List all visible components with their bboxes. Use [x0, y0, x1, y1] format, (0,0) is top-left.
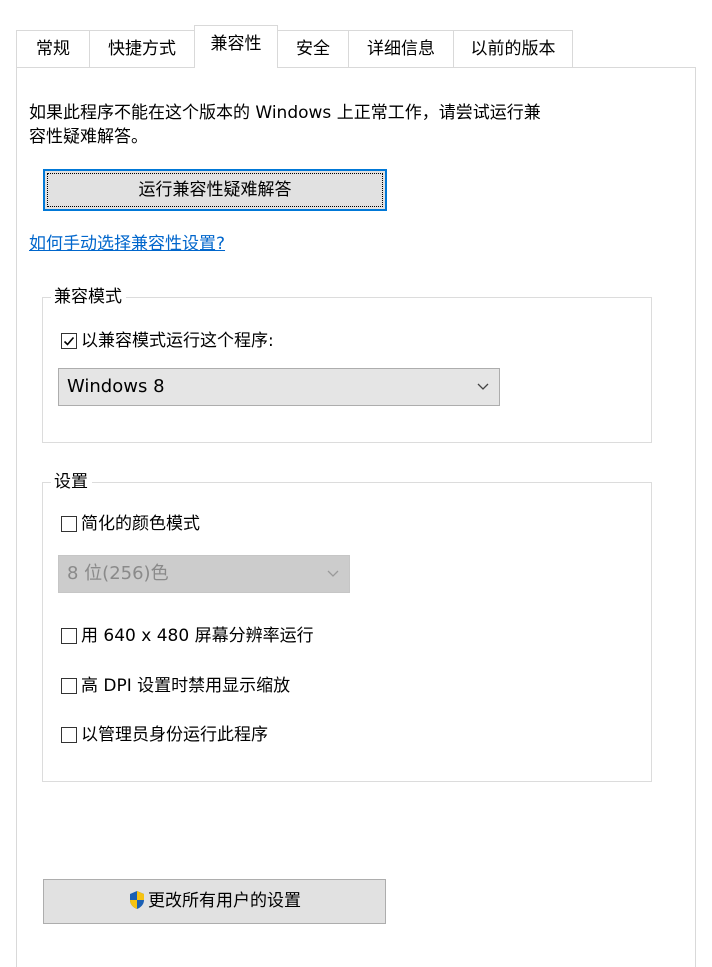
high-dpi-label[interactable]: 高 DPI 设置时禁用显示缩放 [81, 674, 290, 698]
chevron-down-icon [477, 383, 489, 390]
tab-shortcut[interactable]: 快捷方式 [89, 30, 195, 67]
change-all-users-label: 更改所有用户的设置 [148, 891, 301, 911]
compat-os-select[interactable]: Windows 8 [58, 368, 500, 406]
reduced-color-label[interactable]: 简化的颜色模式 [81, 512, 200, 536]
res-640-label[interactable]: 用 640 x 480 屏幕分辨率运行 [81, 624, 314, 648]
res-640-checkbox[interactable] [61, 628, 77, 644]
tab-previous-versions[interactable]: 以前的版本 [453, 30, 573, 67]
compat-mode-checkbox[interactable] [61, 333, 77, 349]
run-troubleshooter-label: 运行兼容性疑难解答 [138, 180, 292, 200]
chevron-down-icon [327, 570, 339, 577]
run-admin-checkbox[interactable] [61, 727, 77, 743]
intro-text-line1: 如果此程序不能在这个版本的 Windows 上正常工作，请尝试运行兼 [29, 103, 541, 123]
intro-text-line2: 容性疑难解答。 [29, 127, 148, 147]
tab-strip: 常规 快捷方式 兼容性 安全 详细信息 以前的版本 [0, 25, 712, 68]
change-all-users-button[interactable]: 更改所有用户的设置 [43, 879, 386, 924]
tab-compatibility[interactable]: 兼容性 [194, 25, 278, 68]
color-depth-select[interactable]: 8 位(256)色 [58, 555, 350, 593]
compat-os-selected: Windows 8 [67, 376, 165, 397]
color-depth-selected: 8 位(256)色 [67, 563, 169, 584]
uac-shield-icon [130, 891, 144, 909]
run-troubleshooter-button[interactable]: 运行兼容性疑难解答 [43, 169, 387, 211]
run-admin-label[interactable]: 以管理员身份运行此程序 [81, 723, 268, 747]
high-dpi-checkbox[interactable] [61, 678, 77, 694]
compatibility-panel: 如果此程序不能在这个版本的 Windows 上正常工作，请尝试运行兼 容性疑难解… [16, 67, 696, 967]
settings-legend: 设置 [51, 471, 92, 493]
tab-security[interactable]: 安全 [277, 30, 349, 67]
checkmark-icon [63, 336, 75, 346]
compat-mode-checkbox-label[interactable]: 以兼容模式运行这个程序: [81, 329, 274, 353]
reduced-color-checkbox[interactable] [61, 516, 77, 532]
tab-general[interactable]: 常规 [16, 30, 90, 67]
compat-mode-legend: 兼容模式 [51, 286, 126, 308]
manual-settings-link[interactable]: 如何手动选择兼容性设置? [29, 232, 225, 256]
tab-details[interactable]: 详细信息 [348, 30, 454, 67]
